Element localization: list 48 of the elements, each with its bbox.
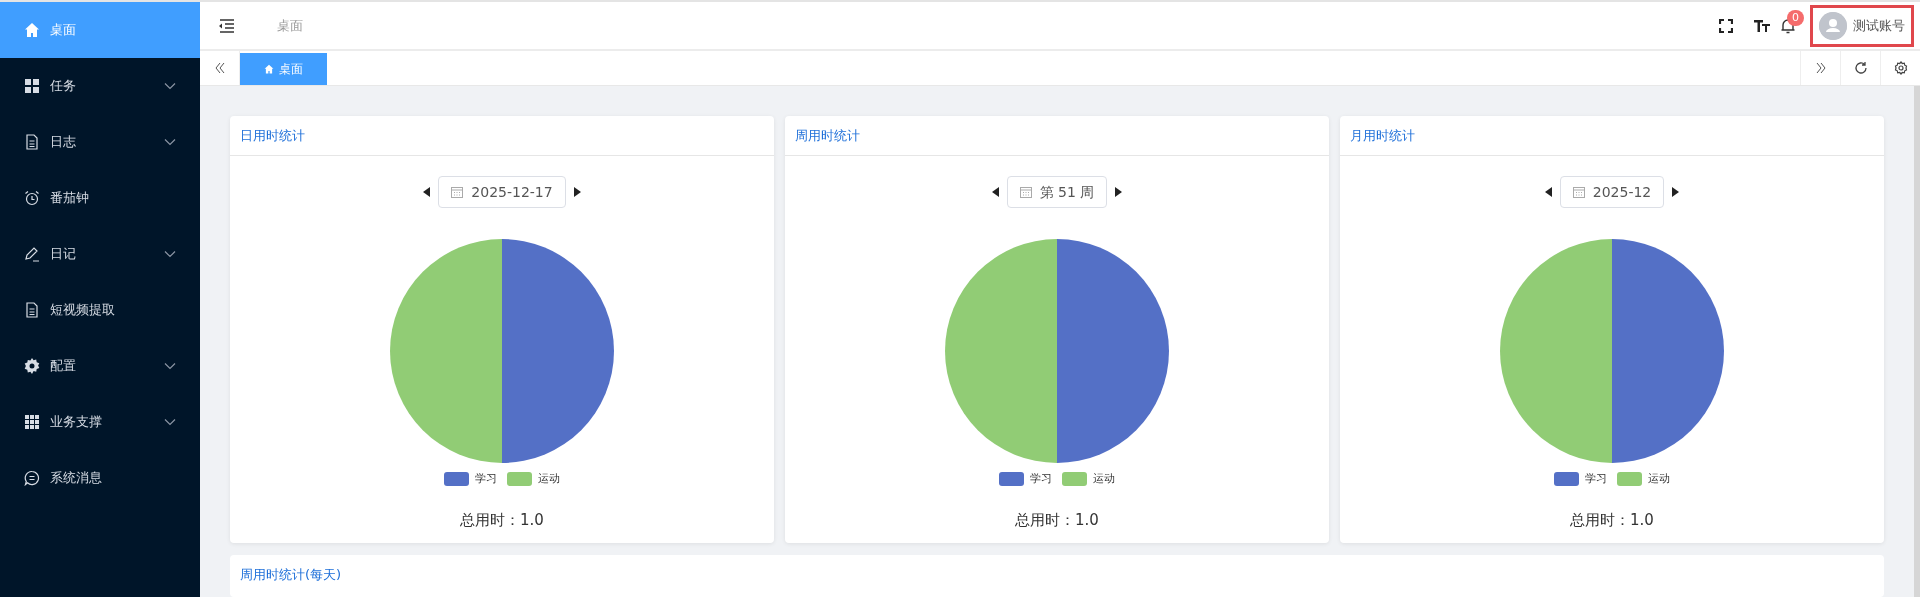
notification-count: 0 <box>1787 9 1804 26</box>
avatar-icon <box>1819 11 1847 40</box>
user-name: 测试账号 <box>1853 16 1905 35</box>
alarm-clock-icon <box>24 190 40 206</box>
legend-label[interactable]: 运动 <box>1648 470 1670 488</box>
previous-arrow-icon[interactable] <box>423 187 431 198</box>
sidebar-item[interactable]: 任务 <box>0 58 200 114</box>
period-picker-field[interactable]: 2025-12 <box>1559 176 1665 209</box>
legend-label[interactable]: 学习 <box>1030 470 1052 488</box>
document-icon <box>24 302 40 318</box>
sidebar-item[interactable]: 配置 <box>0 338 200 394</box>
next-arrow-icon[interactable] <box>1115 187 1123 198</box>
total-time-text: 总用时：1.0 <box>1570 510 1654 532</box>
card-title: 周用时统计 <box>795 126 860 145</box>
next-arrow-icon[interactable] <box>1672 187 1680 198</box>
calendar-icon <box>1019 186 1032 199</box>
home-icon <box>24 22 40 38</box>
card-title: 周用时统计(每天) <box>240 567 342 583</box>
previous-arrow-icon[interactable] <box>991 187 999 198</box>
sidebar-item[interactable]: 日志 <box>0 114 200 170</box>
pen-icon <box>24 246 40 262</box>
legend-label[interactable]: 运动 <box>1093 470 1115 488</box>
document-icon <box>24 134 40 150</box>
card-title: 月用时统计 <box>1350 126 1415 145</box>
legend-label[interactable]: 学习 <box>475 470 497 488</box>
apps-grid-icon <box>24 414 40 430</box>
sidebar-item[interactable]: 系统消息 <box>0 450 200 506</box>
next-arrow-icon[interactable] <box>573 187 581 198</box>
card-title: 日用时统计 <box>240 126 305 145</box>
legend-label[interactable]: 运动 <box>538 470 560 488</box>
total-time-text: 总用时：1.0 <box>1015 510 1099 532</box>
total-time-text: 总用时：1.0 <box>460 510 544 532</box>
user-menu[interactable]: 测试账号 <box>1810 4 1914 47</box>
scrollbar[interactable] <box>1914 86 1920 597</box>
gear-icon <box>24 358 40 374</box>
legend-label[interactable]: 学习 <box>1585 470 1607 488</box>
calendar-icon <box>1572 186 1585 199</box>
period-picker-field[interactable]: 2025-12-17 <box>438 176 566 209</box>
grid-icon <box>24 78 40 94</box>
sidebar-item[interactable]: 业务支撑 <box>0 394 200 450</box>
calendar-icon <box>451 186 464 199</box>
period-picker-field[interactable]: 第 51 周 <box>1006 176 1108 209</box>
sidebar-item[interactable]: 日记 <box>0 226 200 282</box>
chat-bubble-icon <box>24 470 40 486</box>
home-icon <box>264 64 274 75</box>
sidebar-item[interactable]: 短视频提取 <box>0 282 200 338</box>
sidebar-item[interactable]: 番茄钟 <box>0 170 200 226</box>
previous-arrow-icon[interactable] <box>1544 187 1552 198</box>
